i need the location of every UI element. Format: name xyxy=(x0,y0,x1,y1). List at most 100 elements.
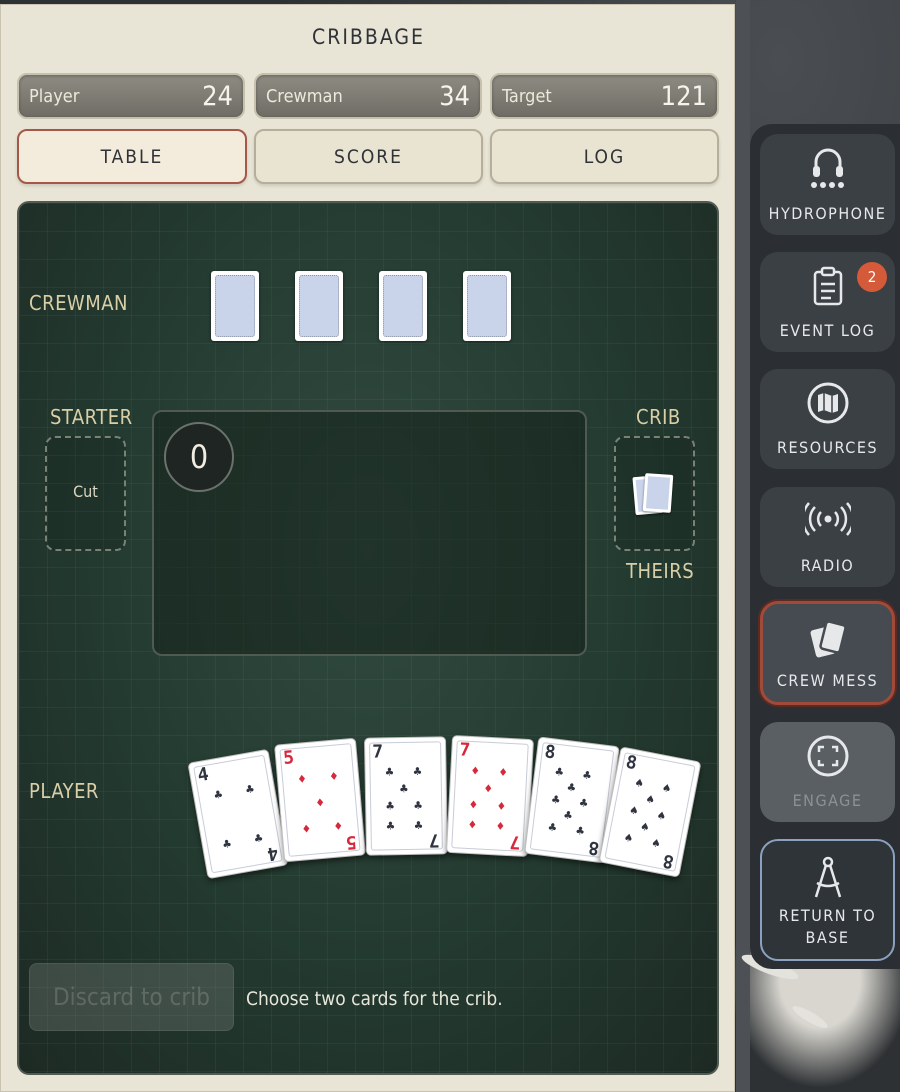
stat-label: Player xyxy=(29,85,80,107)
suit-pip: ♠ xyxy=(661,781,672,798)
suit-pip: ♠ xyxy=(633,775,645,793)
stat-label: Crewman xyxy=(266,85,343,107)
suit-pip: ♣ xyxy=(575,823,585,840)
engage-label: ENGAGE xyxy=(792,791,863,810)
suit-pip: ♠ xyxy=(644,792,656,809)
suit-pip: ♣ xyxy=(414,798,423,814)
crew-mess-label: CREW MESS xyxy=(776,671,879,690)
radio-button[interactable]: RADIO xyxy=(760,487,895,587)
card-rank: 5 xyxy=(345,830,358,853)
suit-pip: ♠ xyxy=(623,830,634,847)
suit-pip: ♣ xyxy=(413,764,422,780)
stat-value: 24 xyxy=(202,80,233,112)
suit-pip: ♣ xyxy=(578,796,589,812)
return-to-base-button[interactable]: RETURN TO BASE xyxy=(760,839,895,961)
crew-mess-button[interactable]: CREW MESS xyxy=(760,601,895,705)
suit-pip: ♣ xyxy=(386,819,395,835)
event-count-badge: 2 xyxy=(857,262,887,292)
card-rank: 8 xyxy=(543,741,557,764)
stat-value: 34 xyxy=(439,80,470,112)
running-count: 0 xyxy=(164,422,234,492)
tab-log[interactable]: LOG xyxy=(490,129,719,184)
background-edge xyxy=(736,0,750,1092)
suit-pip: ♦ xyxy=(498,765,508,781)
tab-score[interactable]: SCORE xyxy=(254,129,483,184)
target-frame-icon xyxy=(760,734,895,778)
suit-pip: ♦ xyxy=(469,797,478,814)
broadcast-icon xyxy=(760,499,895,539)
player-score-stat: Player 24 xyxy=(17,73,245,119)
suit-pip: ♣ xyxy=(563,808,573,825)
suit-pip: ♦ xyxy=(497,799,506,815)
resources-button[interactable]: RESOURCES xyxy=(760,369,895,469)
card-rank: 5 xyxy=(282,747,295,770)
player-card[interactable]: 7 ♦ ♦ ♦ ♦ ♦ ♦ ♦ 7 xyxy=(445,734,535,858)
game-title: CRIBBAGE xyxy=(312,25,425,49)
play-area: 0 xyxy=(152,410,587,656)
game-table: CREWMAN STARTER Cut 0 CRIB THEIRS PLAYER… xyxy=(17,201,719,1075)
suit-pip: ♣ xyxy=(554,764,564,781)
compass-icon xyxy=(762,855,893,901)
suit-pip: ♦ xyxy=(301,821,312,838)
suit-pip: ♦ xyxy=(496,819,505,835)
suit-pip: ♣ xyxy=(385,765,394,781)
player-card[interactable]: 5 ♦ ♦ ♦ ♦ ♦ 5 xyxy=(274,737,366,863)
suit-pip: ♦ xyxy=(297,772,307,788)
starter-slot[interactable]: Cut xyxy=(45,436,126,551)
discard-to-crib-button[interactable]: Discard to crib xyxy=(29,963,234,1031)
suit-pip: ♠ xyxy=(628,803,640,820)
card-rank: 7 xyxy=(372,741,384,763)
crib-owner-label: THEIRS xyxy=(626,559,695,583)
starter-slot-text: Cut xyxy=(73,482,98,501)
hydrophone-button[interactable]: HYDROPHONE xyxy=(760,134,895,235)
crib-slot xyxy=(614,436,695,551)
suit-pip: ♦ xyxy=(468,817,477,834)
card-rank: 8 xyxy=(661,849,676,873)
cards-icon xyxy=(763,618,892,662)
crewman-score-stat: Crewman 34 xyxy=(254,73,482,119)
return-to-base-label: RETURN TO BASE xyxy=(778,906,877,947)
cribbage-panel: CRIBBAGE Player 24 Crewman 34 Target 121… xyxy=(0,4,735,1092)
crewman-card-back xyxy=(463,271,511,341)
card-rank: 7 xyxy=(428,829,440,851)
suit-pip: ♠ xyxy=(655,808,667,825)
card-rank: 8 xyxy=(624,751,639,775)
suit-pip: ♣ xyxy=(386,799,395,815)
card-rank: 7 xyxy=(458,739,471,761)
card-rank: 4 xyxy=(195,763,211,787)
suit-pip: ♣ xyxy=(221,836,233,853)
suit-pip: ♦ xyxy=(315,795,325,812)
suit-pip: ♦ xyxy=(329,769,339,786)
event-log-label: EVENT LOG xyxy=(779,321,876,340)
event-log-button[interactable]: 2 EVENT LOG xyxy=(760,252,895,352)
suit-pip: ♣ xyxy=(253,831,264,848)
crewman-label: CREWMAN xyxy=(29,291,129,315)
radio-label: RADIO xyxy=(800,556,855,575)
suit-pip: ♠ xyxy=(639,819,651,836)
player-card[interactable]: 4 ♣ ♣ ♣ ♣ 4 xyxy=(187,748,289,880)
player-card[interactable]: 7 ♣ ♣ ♣ ♣ ♣ ♣ ♣ 7 xyxy=(363,736,449,856)
map-icon xyxy=(760,381,895,425)
suit-pip: ♣ xyxy=(550,792,561,809)
suit-pip: ♣ xyxy=(213,787,224,804)
hydrophone-label: HYDROPHONE xyxy=(768,204,887,223)
suit-pip: ♠ xyxy=(650,836,662,853)
tab-table[interactable]: TABLE xyxy=(17,129,247,184)
suit-pip: ♣ xyxy=(399,781,408,798)
suit-pip: ♣ xyxy=(244,781,256,799)
engage-button[interactable]: ENGAGE xyxy=(760,722,895,822)
crib-label: CRIB xyxy=(636,405,681,429)
suit-pip: ♦ xyxy=(483,781,493,798)
suit-pip: ♣ xyxy=(547,820,558,837)
crewman-card-back xyxy=(295,271,343,341)
card-rank: 4 xyxy=(265,841,281,865)
card-rank: 8 xyxy=(587,836,601,859)
starter-label: STARTER xyxy=(50,405,133,429)
crewman-card-back xyxy=(379,271,427,341)
headphones-icon xyxy=(760,146,895,190)
suit-pip: ♦ xyxy=(333,819,343,835)
crewman-card-back xyxy=(211,271,259,341)
stat-label: Target xyxy=(502,85,552,107)
crib-card xyxy=(642,473,674,513)
target-score-stat: Target 121 xyxy=(490,73,719,119)
